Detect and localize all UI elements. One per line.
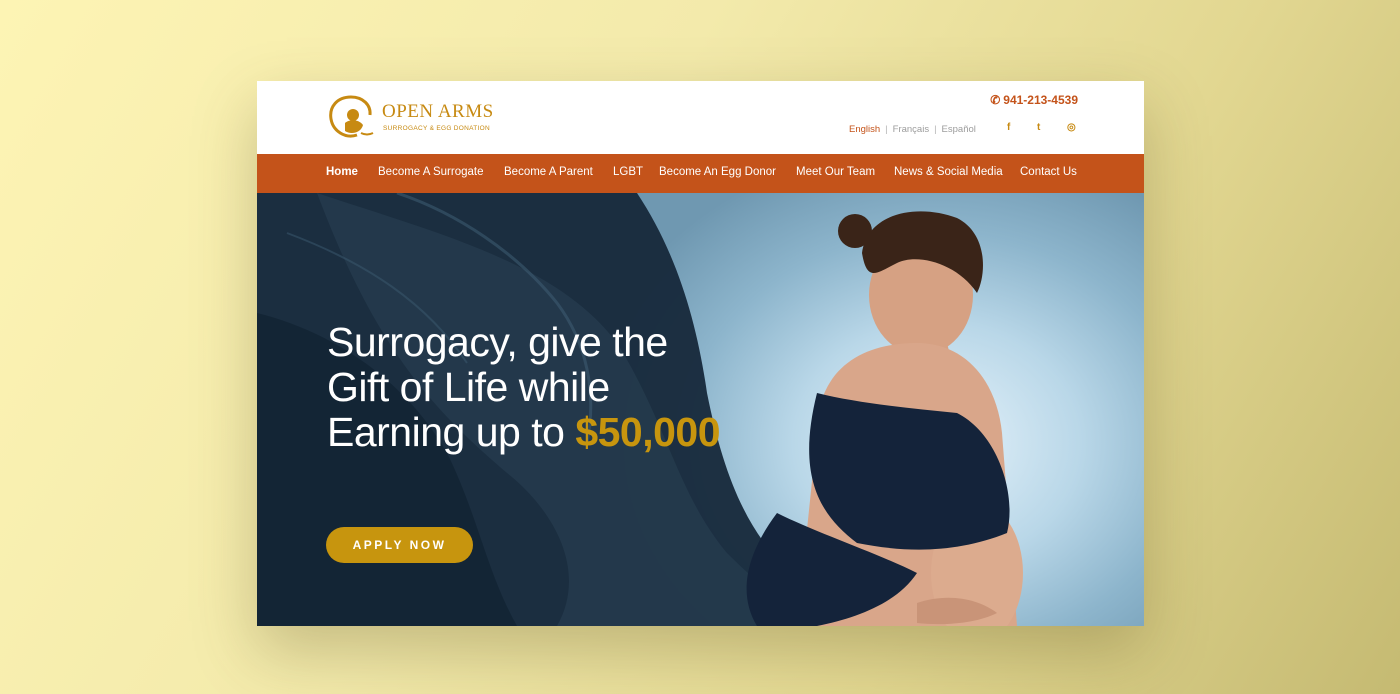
nav-item-meet-our-team[interactable]: Meet Our Team <box>796 166 875 178</box>
apply-now-button[interactable]: APPLY NOW <box>326 527 473 563</box>
hero-headline-amount: $50,000 <box>575 409 721 455</box>
language-english[interactable]: English <box>849 124 880 135</box>
language-spanish[interactable]: Español <box>942 124 976 135</box>
site-logo[interactable]: OPEN ARMS SURROGACY & EGG DONATION <box>325 93 505 143</box>
nav-item-lgbt[interactable]: LGBT <box>613 166 643 178</box>
instagram-icon[interactable]: ◎ <box>1067 122 1076 133</box>
facebook-icon[interactable]: f <box>1007 122 1010 133</box>
language-french[interactable]: Français <box>893 124 929 135</box>
site-header: OPEN ARMS SURROGACY & EGG DONATION ✆ 941-… <box>257 81 1144 154</box>
hero-banner: Surrogacy, give the Gift of Life while E… <box>257 193 1144 626</box>
twitter-icon[interactable]: t <box>1037 122 1040 133</box>
nav-item-become-a-surrogate[interactable]: Become A Surrogate <box>378 166 483 178</box>
language-separator: | <box>885 124 888 135</box>
social-links: f t ◎ <box>1003 122 1083 136</box>
language-switcher: English | Français | Español <box>849 124 976 135</box>
hero-headline: Surrogacy, give the Gift of Life while E… <box>327 320 727 455</box>
logo-tagline: SURROGACY & EGG DONATION <box>383 125 491 132</box>
open-arms-logo-icon <box>329 95 374 138</box>
browser-window: OPEN ARMS SURROGACY & EGG DONATION ✆ 941-… <box>257 81 1144 626</box>
nav-item-contact-us[interactable]: Contact Us <box>1020 166 1077 178</box>
phone-number-text: 941-213-4539 <box>1003 93 1078 107</box>
phone-number[interactable]: ✆ 941-213-4539 <box>990 93 1078 107</box>
phone-icon: ✆ <box>990 93 1001 107</box>
nav-item-news-social-media[interactable]: News & Social Media <box>894 166 1003 178</box>
nav-item-become-a-parent[interactable]: Become A Parent <box>504 166 593 178</box>
logo-name: OPEN ARMS <box>382 101 494 122</box>
nav-item-become-an-egg-donor[interactable]: Become An Egg Donor <box>659 166 776 178</box>
nav-item-home[interactable]: Home <box>326 166 358 178</box>
main-nav: Home Become A Surrogate Become A Parent … <box>257 154 1144 193</box>
language-separator: | <box>934 124 937 135</box>
